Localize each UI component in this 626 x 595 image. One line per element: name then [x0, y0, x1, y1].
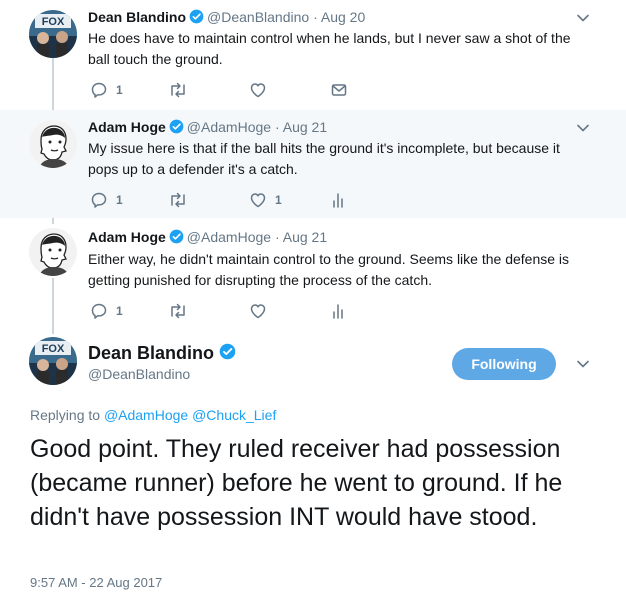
reply-button[interactable]: 1	[90, 301, 123, 321]
reply-icon	[90, 81, 108, 99]
separator: ·	[274, 119, 280, 135]
avatar[interactable]: FOX	[29, 10, 77, 58]
retweet-icon	[168, 302, 188, 320]
mail-icon	[330, 81, 348, 99]
display-name[interactable]: Dean Blandino	[88, 9, 186, 25]
chevron-down-icon[interactable]	[576, 121, 590, 135]
like-count: 1	[275, 193, 282, 207]
analytics-button[interactable]	[330, 190, 346, 210]
handle[interactable]: @AdamHoge	[187, 229, 271, 245]
main-display-name-text[interactable]: Dean Blandino	[88, 343, 214, 363]
main-tweet-text: Good point. They ruled receiver had poss…	[30, 435, 563, 531]
verified-icon	[219, 343, 236, 365]
svg-text:FOX: FOX	[42, 343, 65, 355]
tweet[interactable]: Adam Hoge @AdamHoge · Aug 21 My issue her…	[0, 110, 626, 218]
main-avatar[interactable]: FOX	[29, 337, 77, 385]
reply-icon	[90, 302, 108, 320]
tweet-text: He does have to maintain control when he…	[88, 30, 571, 67]
reply-count: 1	[116, 193, 123, 207]
heart-icon	[249, 191, 267, 209]
like-button[interactable]	[249, 80, 275, 100]
retweet-button[interactable]	[168, 80, 196, 100]
main-display-name[interactable]: Dean Blandino	[88, 343, 239, 365]
reply-button[interactable]: 1	[90, 80, 123, 100]
retweet-icon	[168, 81, 188, 99]
reply-mention-link[interactable]: @AdamHoge	[104, 407, 188, 423]
retweet-icon	[168, 191, 188, 209]
avatar[interactable]	[29, 120, 77, 168]
display-name[interactable]: Adam Hoge	[88, 119, 166, 135]
replying-to: Replying to @AdamHoge @Chuck_Lief	[30, 407, 276, 423]
chevron-down-icon[interactable]	[576, 357, 590, 371]
handle[interactable]: @DeanBlandino	[207, 9, 309, 25]
tweet-text: Either way, he didn't maintain control t…	[88, 251, 570, 288]
tweet-date[interactable]: Aug 21	[283, 229, 327, 245]
tweet[interactable]: FOX Dean Blandino @DeanBlandino · Aug 20 …	[0, 0, 626, 110]
tweet-date[interactable]: Aug 21	[283, 119, 327, 135]
chevron-down-icon[interactable]	[576, 11, 590, 25]
retweet-button[interactable]	[168, 301, 196, 321]
display-name[interactable]: Adam Hoge	[88, 229, 166, 245]
direct-message-button[interactable]	[330, 80, 348, 100]
avatar[interactable]	[29, 228, 77, 276]
reply-button[interactable]: 1	[90, 190, 123, 210]
tweet-header: Dean Blandino @DeanBlandino · Aug 20	[88, 9, 365, 27]
tweet-header: Adam Hoge @AdamHoge · Aug 21	[88, 119, 327, 137]
svg-text:FOX: FOX	[42, 16, 65, 28]
tweet[interactable]: Adam Hoge @AdamHoge · Aug 21 Either way, …	[0, 218, 626, 328]
analytics-icon	[330, 302, 346, 320]
tweet-actions: 1 1	[88, 190, 388, 210]
analytics-icon	[330, 191, 346, 209]
reply-count: 1	[116, 83, 123, 97]
heart-icon	[249, 302, 267, 320]
reply-mention-link[interactable]: @Chuck_Lief	[192, 407, 276, 423]
handle[interactable]: @AdamHoge	[187, 119, 271, 135]
like-button[interactable]: 1	[249, 190, 282, 210]
retweet-button[interactable]	[168, 190, 196, 210]
heart-icon	[249, 81, 267, 99]
tweet-timestamp[interactable]: 9:57 AM - 22 Aug 2017	[30, 575, 162, 590]
tweet-actions: 1	[88, 301, 388, 321]
reply-count: 1	[116, 304, 123, 318]
replying-prefix: Replying to	[30, 407, 101, 423]
tweet-text: My issue here is that if the ball hits t…	[88, 140, 560, 177]
tweet-date[interactable]: Aug 20	[321, 9, 365, 25]
separator: ·	[313, 9, 318, 25]
main-handle[interactable]: @DeanBlandino	[88, 366, 190, 382]
tweet-actions: 1	[88, 80, 388, 100]
verified-icon	[169, 229, 184, 247]
reply-icon	[90, 191, 108, 209]
verified-icon	[189, 9, 204, 27]
verified-icon	[169, 119, 184, 137]
tweet-header: Adam Hoge @AdamHoge · Aug 21	[88, 229, 327, 247]
following-button[interactable]: Following	[452, 348, 556, 380]
separator: ·	[274, 229, 280, 245]
analytics-button[interactable]	[330, 301, 346, 321]
like-button[interactable]	[249, 301, 275, 321]
